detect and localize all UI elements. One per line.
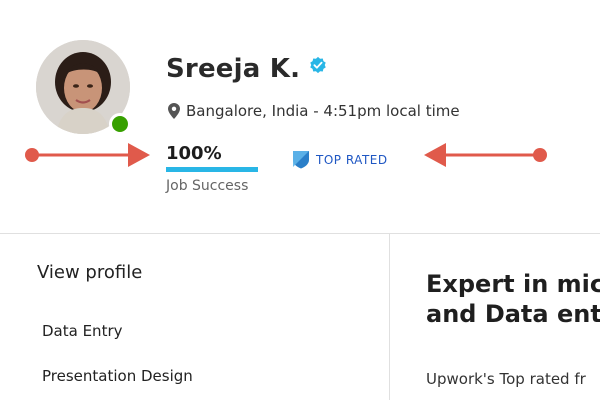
top-rated-label: TOP RATED <box>316 152 388 167</box>
freelancer-name[interactable]: Sreeja K. <box>166 54 300 84</box>
job-success-bar <box>166 167 258 172</box>
top-rated-badge-icon <box>293 151 309 169</box>
name-row: Sreeja K. <box>166 54 327 84</box>
top-rated-badge[interactable]: TOP RATED <box>292 150 388 169</box>
job-success-value: 100% <box>166 143 222 164</box>
profile-headline: Expert in mic and Data ent <box>426 270 600 328</box>
job-success-meter: 100% Job Success <box>166 143 262 194</box>
location-row: Bangalore, India - 4:51pm local time <box>168 102 460 120</box>
section-divider <box>0 233 600 234</box>
annotation-arrow-left <box>25 143 150 167</box>
freelancer-profile-card: Sreeja K. Bangalore, India - 4:51pm loca… <box>0 0 600 400</box>
skill-item-data-entry[interactable]: Data Entry <box>42 322 123 340</box>
location-text: Bangalore, India - 4:51pm local time <box>186 102 460 120</box>
view-profile-heading: View profile <box>37 262 143 283</box>
column-divider <box>389 233 390 400</box>
skill-item-presentation-design[interactable]: Presentation Design <box>42 367 193 385</box>
profile-description: Upwork's Top rated fr <box>426 370 586 388</box>
map-pin-icon <box>168 103 180 119</box>
annotation-arrow-right <box>424 143 547 167</box>
job-success-bar-fill <box>166 167 258 172</box>
verified-check-icon <box>310 56 326 74</box>
online-status-dot <box>109 113 131 135</box>
job-success-label: Job Success <box>166 178 249 194</box>
